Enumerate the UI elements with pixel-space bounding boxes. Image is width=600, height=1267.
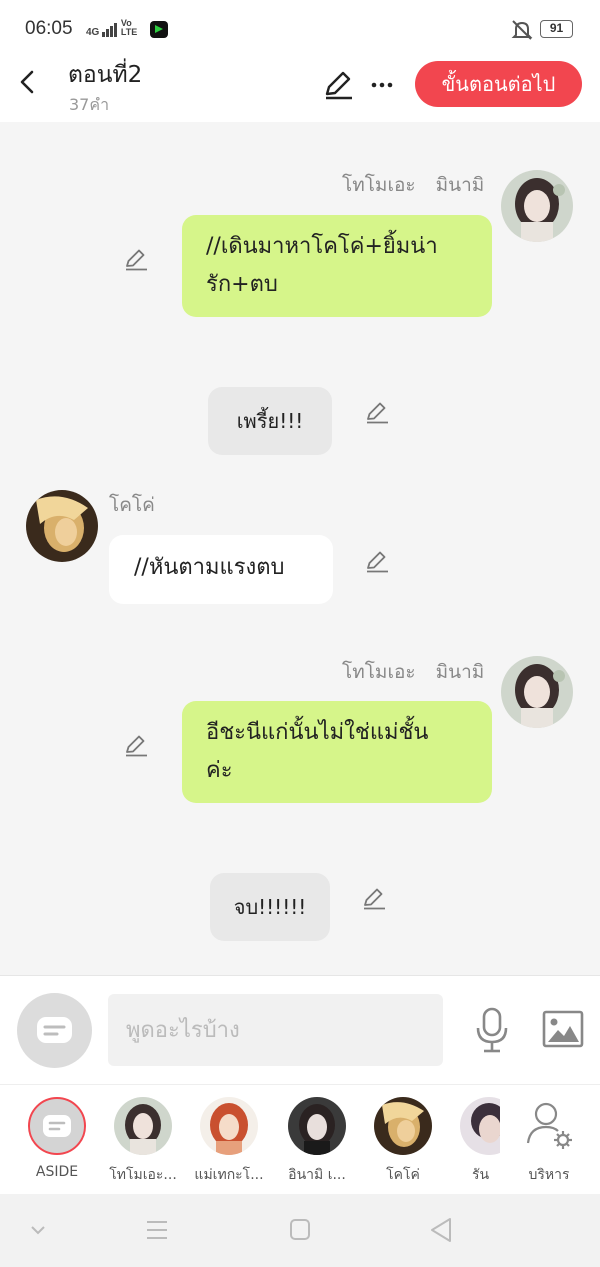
character-run[interactable]: รัน [448,1085,500,1195]
character-koko[interactable]: โคโค่ [362,1085,444,1195]
character-mother[interactable]: แม่เทกะโ... [188,1085,270,1195]
character-tomoe[interactable]: โทโมเอะ... [102,1085,184,1195]
message-bubble[interactable]: //หันตามแรงตบ [109,535,333,604]
avatar [288,1097,346,1155]
edit-message-icon[interactable] [364,548,390,574]
narration-bubble[interactable]: จบ!!!!!! [210,873,330,941]
message-text-line: ค่ะ [206,758,233,783]
character-label: แม่เทกะโ... [194,1167,264,1183]
episode-title: ตอนที่2 [68,62,143,88]
speaker-last-name: มินามิ [435,174,485,196]
edit-message-icon[interactable] [364,399,390,425]
microphone-icon[interactable] [474,1006,510,1054]
avatar [114,1097,172,1155]
status-time: 06:05 [25,18,73,39]
avatar-koko[interactable] [26,490,98,562]
character-selector: ASIDE โทโมเอะ... แม่เทกะโ... อินามิ เ...… [0,1084,600,1194]
nav-home-icon[interactable] [280,1214,320,1246]
nav-back-icon[interactable] [422,1214,462,1246]
edit-message-icon[interactable] [361,885,387,911]
message-bubble[interactable]: //เดินมาหาโคโค่+ยิ้มน่า รัก+ตบ [182,215,492,317]
silent-bell-icon [511,20,533,40]
episode-header: ตอนที่2 37คำ ขั้นตอนต่อไป [0,45,600,122]
nav-menu-icon[interactable] [137,1214,177,1246]
message-text-line: อีชะนีแก่นั้นไม่ใช่แม่ชั้น [206,720,429,745]
character-label: บริหาร [528,1167,570,1183]
narration-bubble[interactable]: เพรี้ย!!! [208,387,332,455]
edit-message-icon[interactable] [123,246,149,272]
chat-area[interactable]: โทโมเอะ มินามิ //เดินมาหาโคโค่+ยิ้มน่า รั… [0,122,600,975]
more-options-icon[interactable] [366,69,398,101]
message-input[interactable] [108,994,443,1066]
app-notification-icon [150,21,168,38]
network-indicator: 4G Vo LTE [86,19,141,38]
speaker-first-name: โทโมเอะ [342,661,416,683]
speaker-name: โทโมเอะ มินามิ [342,657,484,687]
character-label: รัน [472,1167,490,1183]
message-bubble[interactable]: อีชะนีแก่นั้นไม่ใช่แม่ชั้น ค่ะ [182,701,492,803]
avatar [460,1097,500,1155]
speaker-name: โทโมเอะ มินามิ [342,170,484,200]
character-label: อินามิ เ... [288,1167,346,1183]
speaker-first-name: โทโมเอะ [342,174,416,196]
user-settings-icon [526,1102,572,1149]
aside-chat-icon [37,1017,72,1043]
speaker-name: โคโค่ [109,494,155,516]
battery-indicator: 91 [540,20,573,38]
message-input-bar [0,975,600,1084]
character-inami[interactable]: อินามิ เ... [276,1085,358,1195]
signal-icon [102,23,118,37]
back-arrow-icon[interactable] [14,67,44,97]
avatar [374,1097,432,1155]
avatar-tomoe[interactable] [501,656,573,728]
aside-toggle-button[interactable] [17,993,92,1068]
edit-pencil-icon[interactable] [322,69,354,101]
system-navigation-bar [0,1194,600,1267]
character-label: โทโมเอะ... [109,1167,177,1183]
avatar-tomoe[interactable] [501,170,573,242]
message-text-line: รัก+ตบ [206,272,278,297]
image-icon[interactable] [542,1010,584,1048]
volte-label: Vo LTE [120,18,138,37]
character-aside[interactable]: ASIDE [16,1085,98,1195]
edit-message-icon[interactable] [123,732,149,758]
next-step-button[interactable]: ขั้นตอนต่อไป [415,61,582,107]
nav-collapse-chevron-icon[interactable] [18,1214,58,1246]
avatar [200,1097,258,1155]
speaker-last-name: มินามิ [435,661,485,683]
aside-avatar [28,1097,86,1155]
network-4g-label: 4G [86,27,100,38]
word-count: 37คำ [69,95,110,114]
character-label: ASIDE [35,1164,79,1180]
manage-characters-button[interactable]: บริหาร [508,1085,590,1195]
character-label: โคโค่ [386,1167,420,1183]
message-text-line: //เดินมาหาโคโค่+ยิ้มน่า [206,234,438,259]
